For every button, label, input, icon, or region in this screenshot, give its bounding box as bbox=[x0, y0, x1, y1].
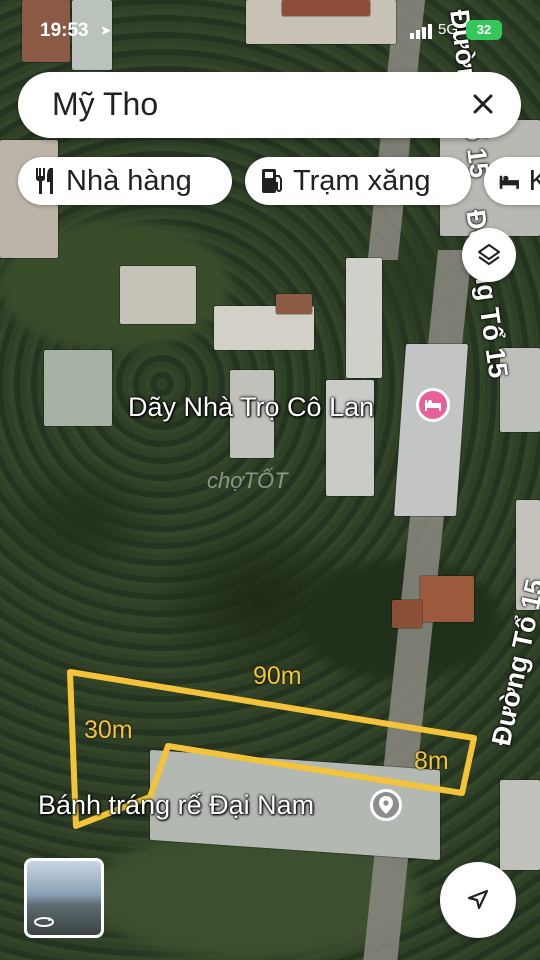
battery-indicator: 32 bbox=[466, 20, 502, 40]
chip-label: K bbox=[528, 164, 540, 197]
location-arrow-icon: ➤ bbox=[100, 22, 112, 38]
dimension-label-left: 30m bbox=[84, 716, 133, 744]
search-bar[interactable]: Mỹ Tho bbox=[18, 72, 521, 138]
status-bar: 19:53 ➤ 5G 32 bbox=[0, 0, 540, 60]
watermark: chợTỐT bbox=[207, 468, 288, 493]
layers-icon bbox=[478, 244, 500, 265]
navigate-button[interactable] bbox=[440, 862, 516, 938]
chip-restaurants[interactable]: Nhà hàng bbox=[18, 157, 232, 205]
status-time: 19:53 bbox=[40, 20, 89, 41]
chip-hotels[interactable]: K bbox=[484, 157, 540, 205]
lodging-icon[interactable] bbox=[416, 388, 450, 422]
dimension-label-right: 8m bbox=[414, 747, 449, 775]
dimension-label-top: 90m bbox=[253, 662, 302, 690]
network-type: 5G bbox=[438, 21, 459, 38]
restaurant-icon bbox=[36, 168, 53, 194]
hotel-icon bbox=[499, 175, 519, 189]
close-icon[interactable] bbox=[467, 88, 499, 120]
navigate-arrow-icon bbox=[467, 889, 489, 910]
rotate-360-icon bbox=[34, 917, 54, 927]
street-view-thumbnail[interactable] bbox=[24, 858, 104, 938]
place-label-business[interactable]: Bánh tráng rế Đại Nam bbox=[38, 790, 314, 821]
layers-button[interactable] bbox=[462, 228, 516, 282]
search-input[interactable]: Mỹ Tho bbox=[52, 86, 158, 123]
place-label-lodging[interactable]: Dãy Nhà Trọ Cô Lan bbox=[128, 392, 374, 423]
gas-station-icon bbox=[262, 169, 282, 193]
place-pin-icon[interactable] bbox=[370, 789, 402, 821]
signal-icon bbox=[410, 24, 432, 39]
chip-label: Trạm xăng bbox=[293, 164, 431, 197]
chip-label: Nhà hàng bbox=[66, 164, 192, 197]
chip-gas-stations[interactable]: Trạm xăng bbox=[245, 157, 471, 205]
